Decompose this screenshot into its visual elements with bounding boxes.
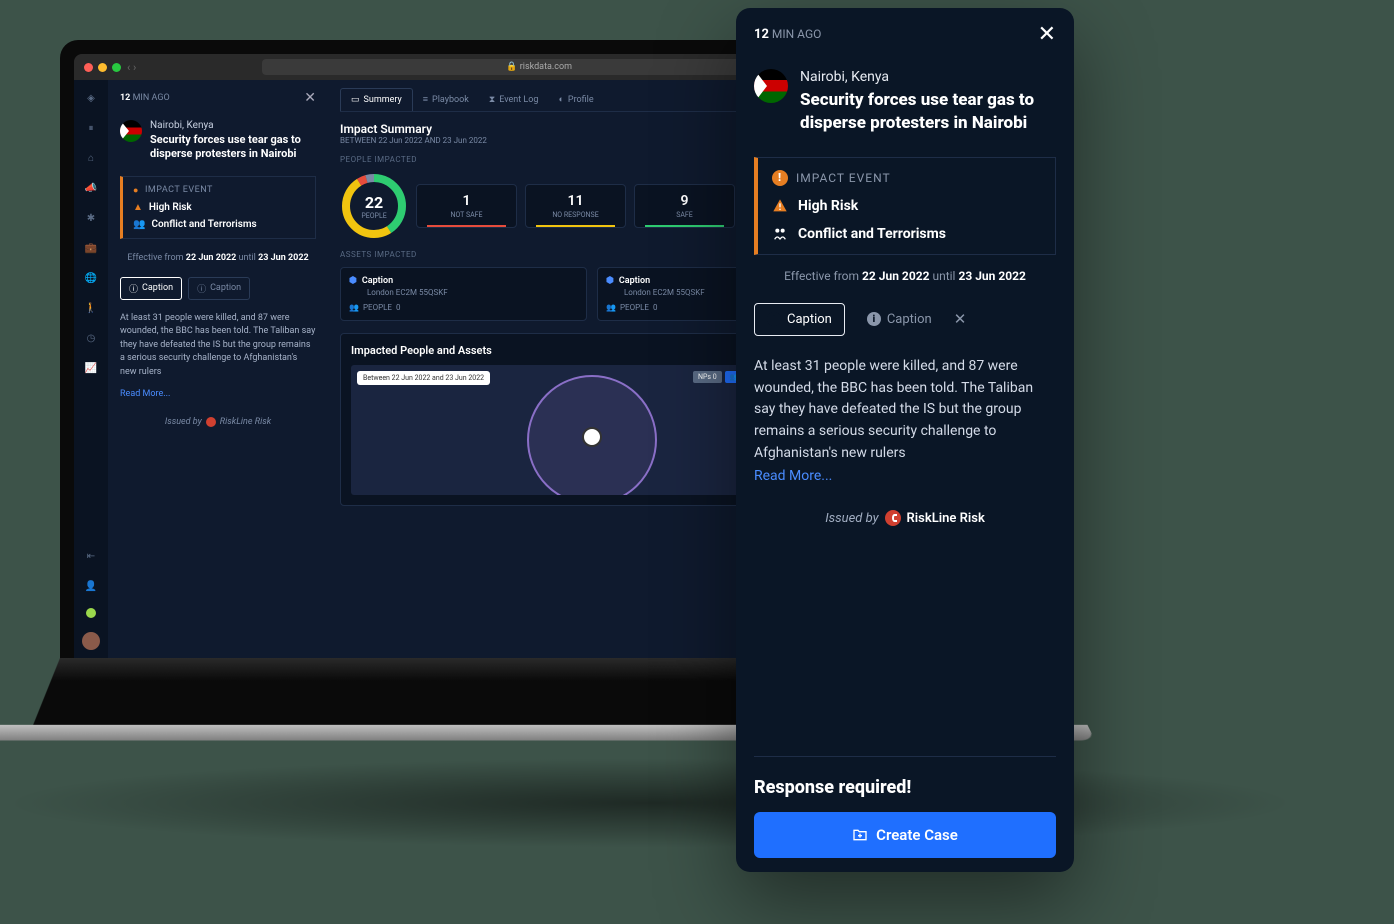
sidebar-announce-icon[interactable]: 📣 [83, 180, 99, 196]
impact-summary-title: Impact Summary [340, 122, 487, 136]
phone-caption-tab-active[interactable]: Caption [754, 303, 845, 336]
riskline-logo-icon [885, 510, 901, 526]
kenya-flag-icon [754, 69, 788, 103]
phone-issued-by: Issued by RiskLine Risk [754, 510, 1056, 526]
asset-card[interactable]: ⬢Caption London EC2M 55QSKF 👥PEOPLE 0 [340, 267, 587, 321]
phone-caption-tab-inactive[interactable]: Caption [855, 304, 944, 335]
phone-risk-category: Conflict and Terrorisms [798, 226, 946, 242]
sidebar-logo-icon[interactable]: ◈ [83, 90, 99, 106]
alert-icon: ! [772, 170, 788, 186]
sidebar-network-icon[interactable]: ✱ [83, 210, 99, 226]
response-required-title: Response required! [754, 756, 1056, 812]
sidebar-status-icon[interactable] [86, 608, 96, 618]
caption-body: At least 31 people were killed, and 87 w… [120, 312, 316, 380]
url-lock-icon: 🔒 [506, 62, 517, 72]
location-text: Nairobi, Kenya [150, 120, 316, 131]
phone-impact-card: !IMPACT EVENT High Risk Conflict and Ter… [754, 157, 1056, 255]
sidebar-briefcase-icon[interactable]: 💼 [83, 240, 99, 256]
impact-summary-dates: BETWEEN 22 Jun 2022 AND 23 Jun 2022 [340, 136, 487, 145]
minimize-window-icon[interactable] [98, 63, 107, 72]
sidebar-walk-icon[interactable]: 🚶 [83, 300, 99, 316]
sidebar-chart-icon[interactable]: 📈 [83, 360, 99, 376]
info-icon [767, 312, 781, 326]
map-pin-icon[interactable] [582, 427, 602, 447]
impact-event-card: ●IMPACT EVENT ▲High Risk 👥Conflict and T… [120, 176, 316, 239]
tab-summary[interactable]: ▭ Summery [340, 88, 413, 111]
risk-category: Conflict and Terrorisms [151, 219, 256, 230]
effective-dates: Effective from 22 Jun 2022 until 23 Jun … [120, 253, 316, 263]
donut-total: 22 [365, 193, 383, 212]
sidebar-user-icon[interactable]: 👤 [83, 578, 99, 594]
phone-timestamp: 12 MIN AGO [754, 27, 821, 42]
warning-triangle-icon [772, 198, 788, 214]
map-date-chip: Between 22 Jun 2022 and 23 Jun 2022 [357, 371, 490, 385]
phone-mockup: 12 MIN AGO ✕ Nairobi, Kenya Security for… [736, 8, 1074, 872]
phone-close-icon[interactable]: ✕ [1038, 22, 1056, 47]
caption-tab-active[interactable]: ⓘCaption [120, 277, 182, 300]
warning-triangle-icon: ▲ [133, 202, 143, 213]
phone-read-more-link[interactable]: Read More... [754, 468, 1056, 484]
alert-icon: ● [133, 185, 139, 196]
people-icon: 👥 [606, 303, 616, 312]
close-panel-icon[interactable]: ✕ [304, 90, 316, 106]
stat-not-safe[interactable]: 1NOT SAFE [416, 184, 517, 228]
info-icon: ⓘ [197, 282, 206, 295]
create-case-button[interactable]: Create Case [754, 812, 1056, 858]
folder-add-icon [852, 827, 868, 843]
phone-headline: Security forces use tear gas to disperse… [800, 89, 1056, 135]
caption-tab-inactive[interactable]: ⓘCaption [188, 277, 250, 300]
url-text: riskdata.com [520, 62, 572, 72]
read-more-link[interactable]: Read More... [120, 389, 316, 399]
map-badge-nps: NPs 0 [693, 371, 722, 383]
sidebar-clock-icon[interactable]: ◷ [83, 330, 99, 346]
sidebar-collapse-icon[interactable]: ⇤ [83, 548, 99, 564]
tab-playbook[interactable]: ≡ Playbook [413, 88, 479, 111]
tab-profile[interactable]: ◐ Profile [548, 88, 603, 111]
sidebar-pause-icon[interactable]: ⏸ [83, 120, 99, 136]
kenya-flag-icon [120, 120, 142, 142]
phone-tab-close-icon[interactable]: ✕ [954, 310, 967, 328]
window-controls [84, 63, 121, 72]
nav-arrows[interactable]: ‹ › [127, 61, 136, 74]
risk-level: High Risk [149, 202, 192, 213]
info-icon: ⓘ [129, 282, 138, 295]
url-bar[interactable]: 🔒 riskdata.com [262, 59, 816, 75]
phone-risk-level: High Risk [798, 198, 858, 214]
building-icon: ⬢ [606, 276, 614, 286]
timestamp: 12 MIN AGO [120, 93, 170, 103]
stat-safe[interactable]: 9SAFE [634, 184, 735, 228]
stat-no-response[interactable]: 11NO RESPONSE [525, 184, 626, 228]
people-donut-chart: 22 PEOPLE [340, 172, 408, 240]
riskline-logo-icon [206, 417, 216, 427]
close-window-icon[interactable] [84, 63, 93, 72]
event-panel: 12 MIN AGO ✕ Nairobi, Kenya Security for… [108, 80, 328, 660]
app-sidebar: ◈ ⏸ ⌂ 📣 ✱ 💼 🌐 🚶 ◷ 📈 ⇤ 👤 [74, 80, 108, 660]
conflict-icon: 👥 [133, 219, 145, 230]
phone-effective-dates: Effective from 22 Jun 2022 until 23 Jun … [754, 269, 1056, 283]
phone-location: Nairobi, Kenya [800, 69, 1056, 85]
phone-caption-body: At least 31 people were killed, and 87 w… [754, 356, 1056, 464]
sidebar-home-icon[interactable]: ⌂ [83, 150, 99, 166]
issued-by: Issued byRiskLine Risk [120, 417, 316, 427]
headline-text: Security forces use tear gas to disperse… [150, 133, 316, 162]
sidebar-globe-icon[interactable]: 🌐 [83, 270, 99, 286]
info-icon [867, 312, 881, 326]
maximize-window-icon[interactable] [112, 63, 121, 72]
people-icon: 👥 [349, 303, 359, 312]
tab-event-log[interactable]: ⧗ Event Log [479, 88, 549, 111]
conflict-icon [772, 226, 788, 242]
sidebar-avatar[interactable] [82, 632, 100, 650]
building-icon: ⬢ [349, 276, 357, 286]
laptop-shadow [0, 758, 1300, 848]
